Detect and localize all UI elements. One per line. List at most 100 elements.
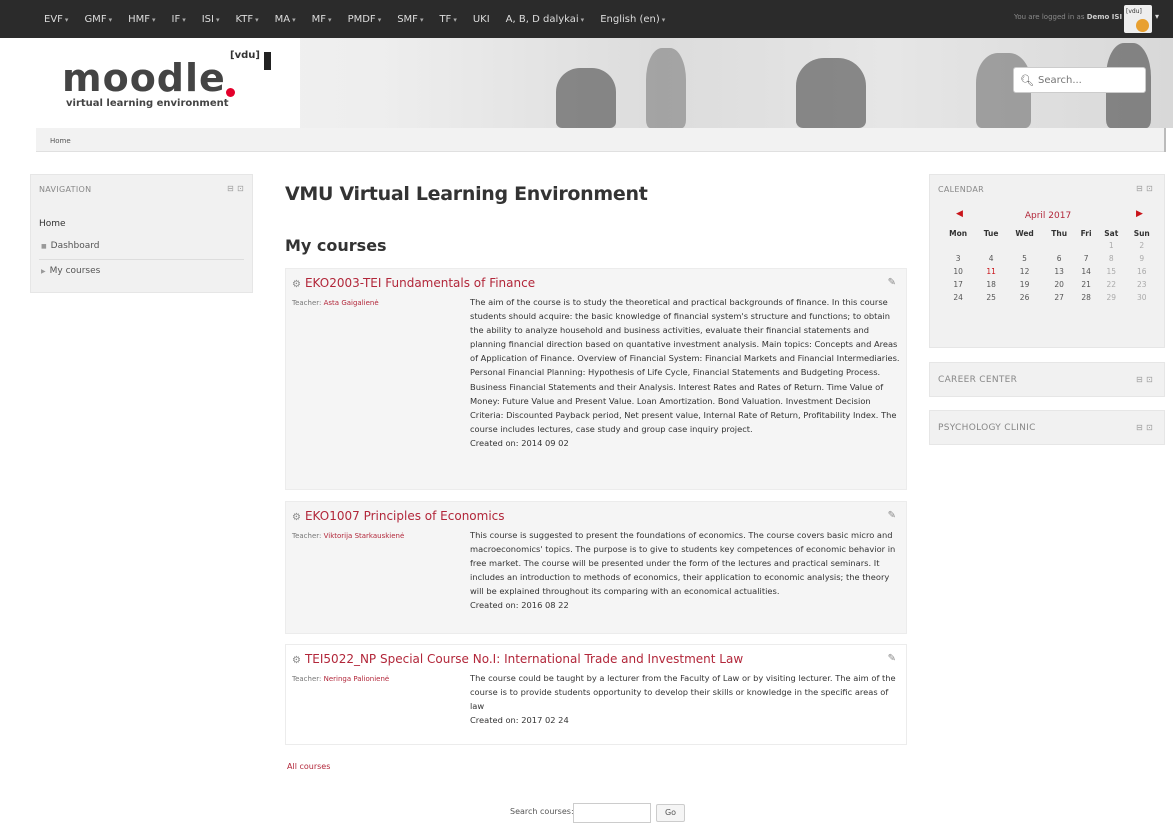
top-menu-item[interactable]: UKI [465, 14, 498, 25]
dock-icon[interactable]: ⊟ [1136, 423, 1143, 432]
calendar-day[interactable]: 18 [976, 278, 1006, 291]
top-menu-item[interactable]: IF ▾ [164, 14, 194, 25]
calendar-day[interactable]: 27 [1043, 291, 1075, 304]
chevron-down-icon: ▾ [182, 15, 186, 24]
top-menu-item[interactable]: GMF ▾ [76, 14, 120, 25]
dock-icon[interactable]: ⊟ [1136, 184, 1143, 193]
calendar-day[interactable]: 7 [1075, 252, 1097, 265]
site-search[interactable]: 🔍︎ [1013, 67, 1146, 93]
collapse-icon[interactable]: ⊡ [1146, 423, 1153, 432]
top-menu-item[interactable]: PMDF ▾ [340, 14, 390, 25]
top-menu-item[interactable]: SMF ▾ [389, 14, 431, 25]
course-card: ⚙ EKO2003-TEI Fundamentals of Finance ✎ T… [285, 268, 907, 490]
top-menu-label: HMF [128, 13, 150, 25]
course-summary-text: The aim of the course is to study the th… [470, 297, 900, 434]
calendar-day[interactable]: 23 [1125, 278, 1158, 291]
calendar-day[interactable]: 13 [1043, 265, 1075, 278]
top-menu-item[interactable]: A, B, D dalykai ▾ [498, 14, 593, 25]
top-menu-item[interactable]: HMF ▾ [120, 14, 163, 25]
search-icon: 🔍︎ [1020, 73, 1034, 87]
teacher-link[interactable]: Neringa Palionienė [324, 675, 390, 683]
teacher-link[interactable]: Viktorija Starkauskienė [324, 532, 405, 540]
calendar-day[interactable]: 26 [1006, 291, 1043, 304]
nav-my-courses-label: My courses [49, 266, 101, 276]
calendar-day[interactable]: 5 [1006, 252, 1043, 265]
collapse-icon[interactable]: ⊡ [1146, 184, 1153, 193]
nav-home[interactable]: Home [39, 219, 66, 229]
calendar-day[interactable]: 9 [1125, 252, 1158, 265]
course-link[interactable]: ⚙ TEI5022_NP Special Course No.I: Interna… [292, 652, 743, 666]
search-courses-input[interactable] [573, 803, 651, 823]
calendar-day[interactable]: 21 [1075, 278, 1097, 291]
breadcrumb-home[interactable]: Home [50, 137, 71, 145]
prev-month-icon[interactable]: ◀ [956, 209, 963, 219]
teacher-label: Teacher: [292, 675, 322, 683]
psychology-clinic-title: PSYCHOLOGY CLINIC [938, 423, 1036, 433]
edit-icon[interactable]: ✎ [888, 510, 896, 521]
all-courses-link[interactable]: All courses [287, 762, 330, 771]
edit-icon[interactable]: ✎ [888, 277, 896, 288]
collapse-icon[interactable]: ⊡ [1146, 375, 1153, 384]
banner-figure-image [796, 58, 866, 128]
calendar-day[interactable]: 14 [1075, 265, 1097, 278]
top-menu-item[interactable]: MA ▾ [267, 14, 304, 25]
career-center-title: CAREER CENTER [938, 375, 1018, 385]
calendar-week: 3456789 [940, 252, 1158, 265]
bullet-icon: ■ [41, 243, 47, 250]
calendar-day[interactable]: 22 [1097, 278, 1125, 291]
chevron-down-icon: ▾ [328, 15, 332, 24]
search-input[interactable] [1037, 74, 1138, 86]
calendar-day[interactable]: 8 [1097, 252, 1125, 265]
calendar-day[interactable]: 2 [1125, 239, 1158, 252]
dock-icon[interactable]: ⊟ [227, 184, 234, 193]
nav-dashboard[interactable]: ■ Dashboard [41, 241, 100, 251]
course-name: TEI5022_NP Special Course No.I: Internat… [304, 652, 744, 666]
page-title: VMU Virtual Learning Environment [285, 183, 648, 205]
calendar-day[interactable]: 11 [976, 265, 1006, 278]
calendar-month[interactable]: April 2017 [1020, 211, 1076, 221]
nav-divider [39, 259, 244, 260]
calendar-day[interactable]: 17 [940, 278, 976, 291]
top-menu-item[interactable]: KTF ▾ [228, 14, 267, 25]
calendar-day[interactable]: 25 [976, 291, 1006, 304]
calendar-day[interactable]: 30 [1125, 291, 1158, 304]
logged-in-user[interactable]: Demo ISI [1087, 13, 1122, 21]
calendar-day[interactable]: 28 [1075, 291, 1097, 304]
nav-dashboard-label: Dashboard [50, 241, 100, 251]
top-menu-item[interactable]: English (en) ▾ [592, 14, 673, 25]
calendar-week: 10 11 12 13 14 15 16 [940, 265, 1158, 278]
course-card: ⚙ TEI5022_NP Special Course No.I: Interna… [285, 644, 907, 745]
chevron-down-icon: ▾ [580, 15, 585, 24]
nav-my-courses[interactable]: ▶ My courses [41, 266, 100, 276]
go-button[interactable]: Go [656, 804, 685, 822]
course-link[interactable]: ⚙ EKO1007 Principles of Economics [292, 509, 505, 523]
calendar-day[interactable]: 3 [940, 252, 976, 265]
top-menu-label: English (en) [600, 13, 660, 25]
calendar-day[interactable]: 16 [1125, 265, 1158, 278]
calendar-day[interactable]: 20 [1043, 278, 1075, 291]
calendar-day[interactable]: 4 [976, 252, 1006, 265]
edit-icon[interactable]: ✎ [888, 653, 896, 664]
top-menu-item[interactable]: TF ▾ [431, 14, 464, 25]
calendar-days: 1 2 3 4 5 6 7 8 9 10 11 12 13 14 15 16 17 18 19 20 21 22 23 24 2… [940, 239, 1158, 304]
dock-icon[interactable]: ⊟ [1136, 375, 1143, 384]
calendar-day[interactable]: 19 [1006, 278, 1043, 291]
calendar-day[interactable]: 12 [1006, 265, 1043, 278]
breadcrumb: Home [36, 128, 1166, 152]
collapse-icon[interactable]: ⊡ [237, 184, 244, 193]
calendar-day[interactable]: 24 [940, 291, 976, 304]
calendar-day[interactable]: 10 [940, 265, 976, 278]
course-link[interactable]: ⚙ EKO2003-TEI Fundamentals of Finance [292, 276, 535, 290]
calendar-day[interactable]: 15 [1097, 265, 1125, 278]
top-menu-item[interactable]: EVF ▾ [36, 14, 76, 25]
logged-in-prefix: You are logged in as [1014, 13, 1085, 21]
teacher-link[interactable]: Asta Gaigalienė [324, 299, 379, 307]
top-menu-item[interactable]: ISI ▾ [194, 14, 228, 25]
next-month-icon[interactable]: ▶ [1136, 209, 1143, 219]
top-menu-item[interactable]: MF ▾ [304, 14, 340, 25]
calendar-day[interactable]: 1 [1097, 239, 1125, 252]
user-menu-caret-icon[interactable]: ▾ [1155, 12, 1159, 21]
calendar-day[interactable]: 6 [1043, 252, 1075, 265]
calendar-day[interactable]: 29 [1097, 291, 1125, 304]
avatar[interactable]: [vdu] [1124, 5, 1152, 33]
